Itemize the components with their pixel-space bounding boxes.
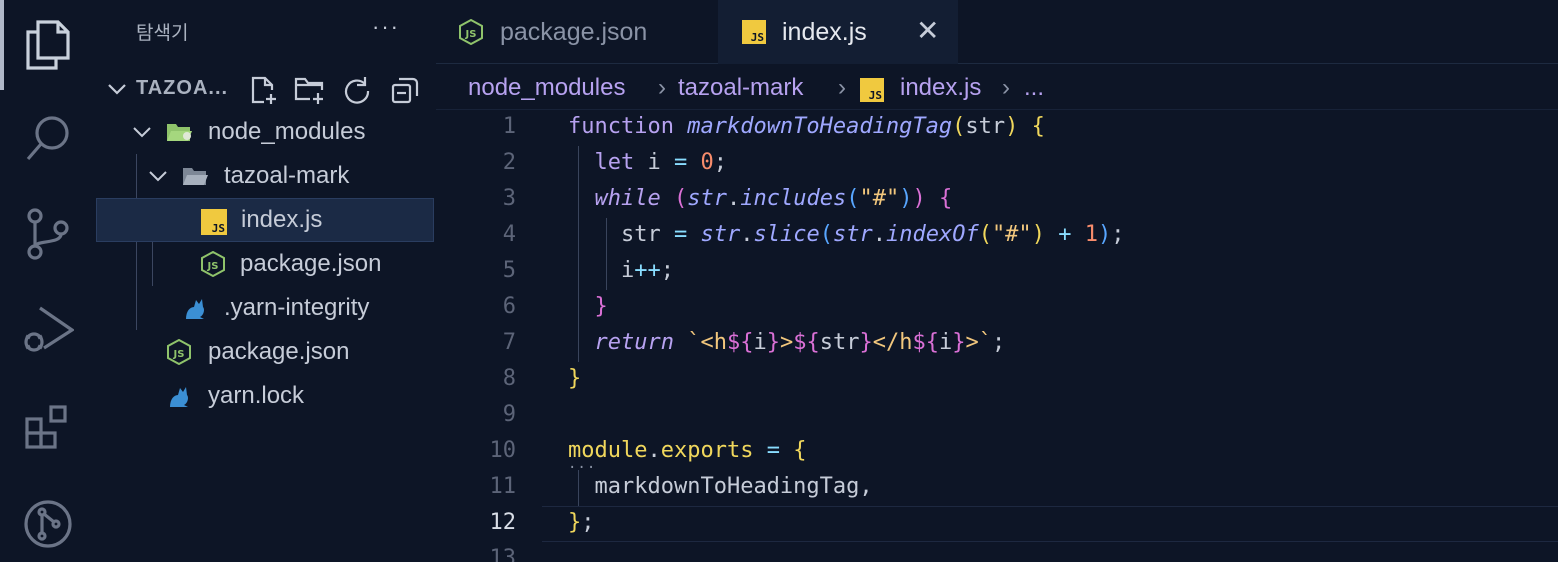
svg-text:JS: JS — [207, 261, 219, 272]
line-number: 6 — [502, 294, 516, 319]
line-number: 11 — [489, 474, 517, 499]
new-folder-icon[interactable] — [292, 72, 328, 108]
refresh-icon[interactable] — [339, 72, 375, 108]
line-number: 8 — [502, 366, 516, 391]
editor-tabs: JS package.json JS index.js ✕ — [436, 0, 1558, 64]
yarn-cat-icon — [186, 299, 204, 319]
chevron-right-icon: › — [838, 74, 846, 101]
code-line: module.exports = { — [568, 438, 807, 463]
js-file-icon: JS — [742, 20, 766, 44]
folder-open-icon — [167, 124, 192, 141]
json-file-icon: JS — [459, 19, 483, 45]
breadcrumb-item[interactable]: tazoal-mark — [678, 74, 803, 102]
activity-bar — [0, 0, 96, 562]
tree-item-label: tazoal-mark — [224, 162, 350, 189]
svg-text:JS: JS — [465, 29, 477, 40]
tree-item-label: package.json — [208, 338, 350, 365]
line-number: 7 — [502, 330, 516, 355]
git-graph-icon[interactable] — [18, 494, 78, 554]
tab-package-json[interactable]: JS package.json — [436, 0, 716, 64]
line-number: 10 — [489, 438, 517, 463]
chevron-right-icon: › — [1002, 74, 1010, 101]
active-indicator — [0, 0, 4, 90]
tree-item-tazoal-mark[interactable]: tazoal-mark — [96, 154, 434, 198]
new-file-icon[interactable] — [246, 72, 282, 108]
tree-item-label: index.js — [241, 206, 323, 233]
json-file-icon: JS — [167, 339, 191, 365]
code-line: } — [594, 294, 608, 319]
tree-item-index-js[interactable]: JS index.js — [96, 198, 434, 242]
code-line: return `<h${i}>${str}</h${i}>`; — [594, 330, 1006, 355]
line-number: 9 — [502, 402, 516, 427]
more-actions-icon[interactable]: ··· — [372, 14, 400, 40]
extensions-icon[interactable] — [18, 398, 78, 458]
folder-open-icon — [183, 168, 208, 185]
chevron-right-icon: › — [658, 74, 666, 101]
tree-item-node-modules[interactable]: node_modules — [96, 110, 434, 154]
search-icon[interactable] — [18, 108, 78, 168]
line-number: 2 — [502, 150, 516, 175]
source-control-icon[interactable] — [18, 204, 78, 264]
project-header[interactable]: TAZOA... — [96, 66, 436, 110]
tab-index-js[interactable]: JS index.js ✕ — [718, 0, 958, 64]
code-line: while (str.includes("#")) { — [594, 186, 953, 211]
code-line: markdownToHeadingTag, — [594, 474, 873, 499]
line-number: 13 — [489, 546, 517, 562]
code-line: let i = 0; — [594, 150, 728, 175]
line-number: 3 — [502, 186, 516, 211]
collapse-all-icon[interactable] — [387, 72, 423, 108]
chevron-down-icon — [133, 127, 151, 138]
breadcrumb-item[interactable]: node_modules — [468, 74, 625, 102]
code-line: i++; — [620, 258, 674, 283]
line-number-current: 12 — [489, 510, 517, 535]
code-editor[interactable]: 1 2 3 4 5 6 7 8 9 10 11 12 13 function m… — [436, 110, 1558, 562]
explorer-icon[interactable] — [18, 14, 78, 74]
sidebar-title: 탐색기 — [136, 23, 189, 44]
current-line-highlight — [542, 506, 1558, 542]
code-line: function markdownToHeadingTag(str) { — [568, 114, 1045, 139]
code-line: str = str.slice(str.indexOf("#") + 1); — [620, 222, 1125, 247]
tree-item-yarn-lock[interactable]: yarn.lock — [96, 374, 434, 418]
breadcrumb-item[interactable]: ... — [1024, 74, 1044, 102]
tree-item-package-json[interactable]: JS package.json — [96, 242, 434, 286]
breadcrumb: node_modules › tazoal-mark › JS index.js… — [436, 66, 1558, 110]
tree-item-package-json-root[interactable]: JS package.json — [96, 330, 434, 374]
js-file-icon: JS — [201, 209, 227, 235]
run-debug-icon[interactable] — [18, 300, 78, 360]
tab-label: index.js — [782, 17, 867, 46]
line-number: 4 — [502, 222, 516, 247]
explorer-sidebar: 탐색기 ··· TAZOA... node_modules tazoal-mar… — [96, 0, 436, 562]
code-line: } — [568, 366, 582, 391]
breadcrumb-item[interactable]: index.js — [900, 74, 981, 102]
js-file-icon: JS — [860, 78, 884, 102]
tree-item-label: yarn.lock — [208, 382, 305, 409]
tab-label: package.json — [500, 17, 648, 46]
tree-item-yarn-integrity[interactable]: .yarn-integrity — [96, 286, 434, 330]
project-name: TAZOA... — [136, 77, 229, 99]
code-line: }; — [568, 510, 595, 535]
chevron-down-icon — [149, 171, 167, 182]
svg-text:JS: JS — [173, 349, 185, 360]
line-number: 1 — [502, 114, 516, 139]
close-icon[interactable]: ✕ — [916, 14, 939, 47]
yarn-cat-icon — [170, 387, 188, 407]
tree-item-label: node_modules — [208, 118, 366, 145]
line-number: 5 — [502, 258, 516, 283]
chevron-down-icon — [108, 84, 126, 95]
tree-item-label: package.json — [240, 250, 382, 277]
json-file-icon: JS — [201, 251, 225, 277]
tree-item-label: .yarn-integrity — [224, 294, 370, 321]
